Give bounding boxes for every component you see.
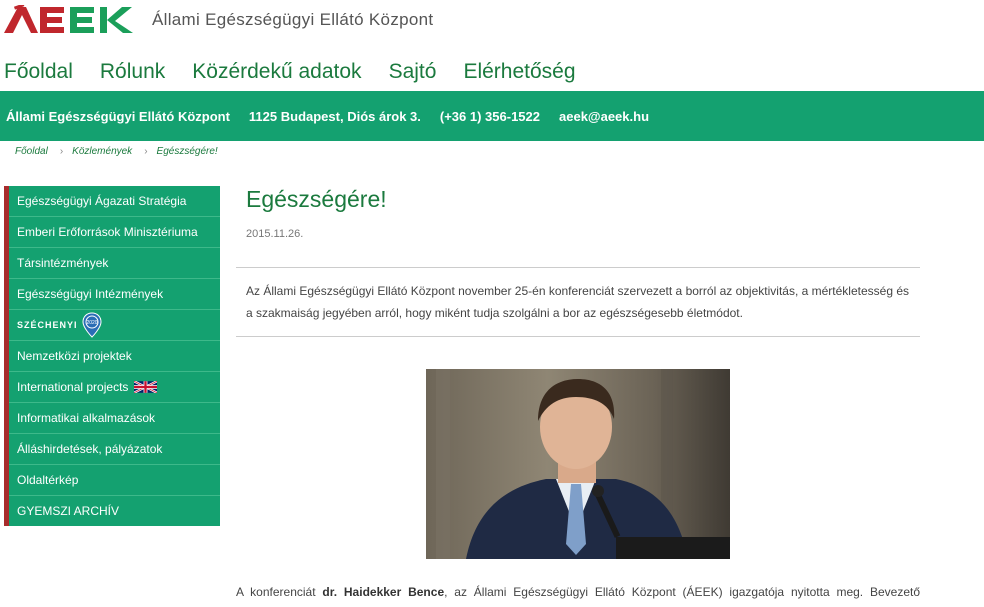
nav-item-rolunk[interactable]: Rólunk (100, 60, 165, 84)
breadcrumb-kozlemenyek[interactable]: Közlemények (72, 146, 132, 157)
logo-letters-icon (4, 5, 133, 33)
chevron-right-icon: › (59, 146, 64, 157)
nav-item-elerhetoseg[interactable]: Elérhetőség (463, 60, 575, 84)
article-photo-wrapper (236, 369, 920, 559)
article-lead: Az Állami Egészségügyi Ellátó Központ no… (236, 267, 920, 337)
location-pin-icon: 2020 (82, 312, 102, 338)
top-navigation: Főoldal Rólunk Közérdekű adatok Sajtó El… (4, 60, 603, 84)
sidebar-item-emmi[interactable]: Emberi Erőforrások Minisztériuma (9, 217, 220, 248)
contact-name: Állami Egészségügyi Ellátó Központ (6, 108, 230, 124)
sidebar-item-szechenyi[interactable]: SZÉCHENYI 2020 (9, 310, 220, 341)
uk-flag-icon (134, 381, 158, 393)
article-body-name: dr. Haidekker Bence (322, 585, 445, 599)
header: Állami Egészségügyi Ellátó Központ (4, 2, 433, 38)
sidebar-item-label: Emberi Erőforrások Minisztériuma (17, 225, 198, 239)
sidebar-item-informatikai-alkalmazasok[interactable]: Informatikai alkalmazások (9, 403, 220, 434)
sidebar-item-label: Egészségügyi Ágazati Stratégia (17, 194, 187, 208)
sidebar-item-allashirdetesek[interactable]: Álláshirdetések, pályázatok (9, 434, 220, 465)
contact-address: 1125 Budapest, Diós árok 3. (248, 108, 421, 124)
nav-item-fooldal[interactable]: Főoldal (4, 60, 73, 84)
sidebar-item-label: Oldaltérkép (17, 473, 79, 487)
breadcrumb: Főoldal › Közlemények › Egészségére! (15, 146, 218, 157)
logo-subtitle: Állami Egészségügyi Ellátó Központ (152, 10, 434, 29)
sidebar-menu: Egészségügyi Ágazati Stratégia Emberi Er… (4, 186, 220, 526)
article: Egészségére! 2015.11.26. Az Állami Egész… (236, 186, 920, 607)
sidebar-item-nemzetkozi-projektek[interactable]: Nemzetközi projektek (9, 341, 220, 372)
article-body-prefix: A konferenciát (236, 585, 323, 599)
article-body: A konferenciát dr. Haidekker Bence, az Á… (236, 581, 920, 607)
sidebar-item-label: Álláshirdetések, pályázatok (17, 442, 163, 456)
nav-item-sajto[interactable]: Sajtó (389, 60, 437, 84)
breadcrumb-fooldal[interactable]: Főoldal (15, 146, 48, 157)
chevron-right-icon: › (144, 146, 148, 157)
sidebar-item-label: Nemzetközi projektek (17, 349, 132, 363)
sidebar-item-label: Társintézmények (17, 256, 109, 270)
sidebar-item-label: Informatikai alkalmazások (17, 411, 156, 425)
sidebar-item-label: Egészségügyi Intézmények (17, 287, 164, 301)
sidebar-item-agazati-strategia[interactable]: Egészségügyi Ágazati Stratégia (9, 186, 220, 217)
szechenyi-label: SZÉCHENYI (17, 320, 78, 330)
nav-item-kozerdeku-adatok[interactable]: Közérdekű adatok (192, 60, 361, 84)
sidebar-item-label: International projects (17, 380, 129, 394)
article-title: Egészségére! (246, 186, 387, 212)
contact-bar: Állami Egészségügyi Ellátó Központ 1125 … (0, 91, 984, 141)
article-date: 2015.11.26. (246, 228, 304, 240)
contact-email[interactable]: aeek@aeek.hu (559, 109, 649, 124)
sidebar-item-international-projects[interactable]: International projects (9, 372, 220, 403)
szechenyi-badge-text: 2020 (86, 320, 97, 326)
breadcrumb-current: Egészségére! (156, 146, 218, 157)
article-photo (426, 369, 730, 559)
sidebar-item-tarsintezmenyek[interactable]: Társintézmények (9, 248, 220, 279)
aeek-logo[interactable]: Állami Egészségügyi Ellátó Központ (4, 5, 433, 35)
szechenyi-2020-logo: SZÉCHENYI 2020 (17, 312, 102, 338)
sidebar-item-egeszsegugyi-intezmenyek[interactable]: Egészségügyi Intézmények (9, 279, 220, 310)
speaker-photo-illustration (426, 369, 730, 559)
contact-phone: (+36 1) 356-1522 (439, 108, 540, 124)
sidebar-item-gyemszi-archiv[interactable]: GYEMSZI ARCHÍV (9, 496, 220, 526)
sidebar-item-oldalterkep[interactable]: Oldaltérkép (9, 465, 220, 496)
sidebar-item-label: GYEMSZI ARCHÍV (17, 504, 120, 518)
